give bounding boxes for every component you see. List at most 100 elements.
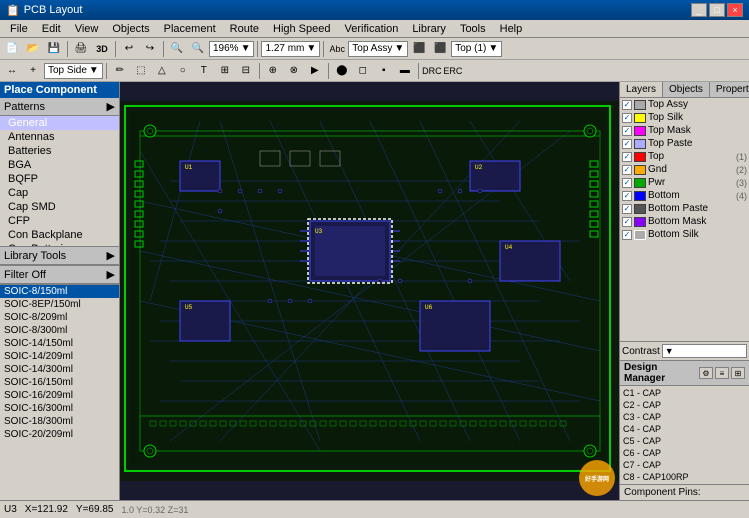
menu-edit[interactable]: Edit: [36, 22, 67, 36]
comp-cap[interactable]: Cap: [0, 186, 119, 200]
comp-antennas[interactable]: Antennas: [0, 130, 119, 144]
dm-comp-c2[interactable]: C2 - CAP: [621, 399, 748, 411]
layer-assy-dropdown[interactable]: Top Assy ▼: [348, 41, 408, 57]
comp-general[interactable]: General: [0, 116, 119, 130]
pcb-canvas[interactable]: U1 U2 U3 U4 U5 U6 好手游网: [120, 82, 619, 500]
layer-check-top-mask[interactable]: [622, 126, 632, 136]
comp-btn3[interactable]: ▶: [305, 62, 325, 80]
route-btn6[interactable]: ⊞: [215, 62, 235, 80]
side-dropdown[interactable]: Top Side ▼: [44, 63, 103, 79]
layer-check-top-silk[interactable]: [622, 113, 632, 123]
open-button[interactable]: 📂: [23, 40, 43, 58]
layer-check-bottom[interactable]: [622, 191, 632, 201]
minimize-button[interactable]: _: [691, 3, 707, 17]
pad-btn[interactable]: ◻: [353, 62, 373, 80]
dm-comp-c7[interactable]: C7 - CAP: [621, 459, 748, 471]
layer-top-dropdown[interactable]: Top (1) ▼: [451, 41, 502, 57]
menu-high-speed[interactable]: High Speed: [267, 22, 337, 36]
comp-batteries[interactable]: Batteries: [0, 144, 119, 158]
3d-button[interactable]: 3D: [92, 40, 112, 58]
copper-btn[interactable]: ▬: [395, 62, 415, 80]
soic-item-2[interactable]: SOIC-8/209ml: [0, 311, 119, 324]
grid-dropdown[interactable]: 1.27 mm ▼: [261, 41, 320, 57]
layer-check-top-assy[interactable]: [622, 100, 632, 110]
zoom-in-button[interactable]: 🔍: [167, 40, 187, 58]
layer-check-bottom-paste[interactable]: [622, 204, 632, 214]
layer-check-bottom-mask[interactable]: [622, 217, 632, 227]
layer-btn2[interactable]: ⬛: [430, 40, 450, 58]
abc-button[interactable]: Abc: [327, 40, 347, 58]
soic-item-8[interactable]: SOIC-16/209ml: [0, 389, 119, 402]
dm-comp-c5[interactable]: C5 - CAP: [621, 435, 748, 447]
menu-tools[interactable]: Tools: [454, 22, 492, 36]
save-button[interactable]: 💾: [44, 40, 64, 58]
zoom-dropdown[interactable]: 196% ▼: [209, 41, 254, 57]
comp-btn1[interactable]: ⊕: [263, 62, 283, 80]
menu-file[interactable]: File: [4, 22, 34, 36]
comp-cfp[interactable]: CFP: [0, 214, 119, 228]
comp-con-backplane[interactable]: Con Backplane: [0, 228, 119, 242]
menu-placement[interactable]: Placement: [158, 22, 222, 36]
route-btn2[interactable]: ⬚: [131, 62, 151, 80]
comp-con-batteries[interactable]: Con Batteries: [0, 242, 119, 246]
tab-objects[interactable]: Objects: [663, 82, 710, 97]
zoom-out-button[interactable]: 🔍: [188, 40, 208, 58]
redo-button[interactable]: ↪: [140, 40, 160, 58]
soic-item-3[interactable]: SOIC-8/300ml: [0, 324, 119, 337]
soic-item-11[interactable]: SOIC-20/209ml: [0, 428, 119, 441]
via-btn[interactable]: ⬤: [332, 62, 352, 80]
library-tools-header[interactable]: Library Tools ▶: [0, 247, 119, 265]
tool-btn2[interactable]: +: [23, 62, 43, 80]
comp-bga[interactable]: BGA: [0, 158, 119, 172]
route-btn5[interactable]: T: [194, 62, 214, 80]
layer-check-pwr[interactable]: [622, 178, 632, 188]
patterns-header[interactable]: Patterns ▶: [0, 98, 119, 116]
soic-item-10[interactable]: SOIC-18/300ml: [0, 415, 119, 428]
menu-objects[interactable]: Objects: [106, 22, 155, 36]
print-button[interactable]: 🖨: [71, 40, 91, 58]
maximize-button[interactable]: □: [709, 3, 725, 17]
layer-btn1[interactable]: ⬛: [409, 40, 429, 58]
fill-btn[interactable]: ▪: [374, 62, 394, 80]
comp-btn2[interactable]: ⊗: [284, 62, 304, 80]
soic-item-1[interactable]: SOIC-8EP/150ml: [0, 298, 119, 311]
dm-comp-c6[interactable]: C6 - CAP: [621, 447, 748, 459]
layer-check-bottom-silk[interactable]: [622, 230, 632, 240]
layer-check-top-paste[interactable]: [622, 139, 632, 149]
dm-icon-list[interactable]: ≡: [715, 367, 729, 379]
erc-btn[interactable]: ERC: [443, 62, 463, 80]
comp-cap-smd[interactable]: Cap SMD: [0, 200, 119, 214]
menu-view[interactable]: View: [69, 22, 105, 36]
menu-verification[interactable]: Verification: [339, 22, 405, 36]
soic-item-5[interactable]: SOIC-14/209ml: [0, 350, 119, 363]
dm-comp-c8[interactable]: C8 - CAP100RP: [621, 471, 748, 483]
tab-properties[interactable]: Properties: [710, 82, 749, 97]
menu-library[interactable]: Library: [406, 22, 452, 36]
layer-check-top[interactable]: [622, 152, 632, 162]
route-btn4[interactable]: ○: [173, 62, 193, 80]
filter-header[interactable]: Filter Off ▶: [0, 266, 119, 284]
close-button[interactable]: ×: [727, 3, 743, 17]
soic-item-0[interactable]: SOIC-8/150ml: [0, 285, 119, 298]
tool-btn1[interactable]: ↔: [2, 62, 22, 80]
comp-bqfp[interactable]: BQFP: [0, 172, 119, 186]
dm-comp-c1[interactable]: C1 - CAP: [621, 387, 748, 399]
route-btn7[interactable]: ⊟: [236, 62, 256, 80]
soic-item-7[interactable]: SOIC-16/150ml: [0, 376, 119, 389]
contrast-dropdown[interactable]: ▼: [662, 344, 747, 358]
new-button[interactable]: 📄: [2, 40, 22, 58]
dm-icon-tree[interactable]: ⊞: [731, 367, 745, 379]
route-btn3[interactable]: △: [152, 62, 172, 80]
dm-icon-settings[interactable]: ⚙: [699, 367, 713, 379]
route-btn1[interactable]: ✏: [110, 62, 130, 80]
drc-btn[interactable]: DRC: [422, 62, 442, 80]
soic-item-4[interactable]: SOIC-14/150ml: [0, 337, 119, 350]
menu-route[interactable]: Route: [224, 22, 265, 36]
dm-comp-c3[interactable]: C3 - CAP: [621, 411, 748, 423]
undo-button[interactable]: ↩: [119, 40, 139, 58]
tab-layers[interactable]: Layers: [620, 82, 663, 97]
dm-comp-c4[interactable]: C4 - CAP: [621, 423, 748, 435]
soic-item-6[interactable]: SOIC-14/300ml: [0, 363, 119, 376]
soic-item-9[interactable]: SOIC-16/300ml: [0, 402, 119, 415]
menu-help[interactable]: Help: [494, 22, 529, 36]
